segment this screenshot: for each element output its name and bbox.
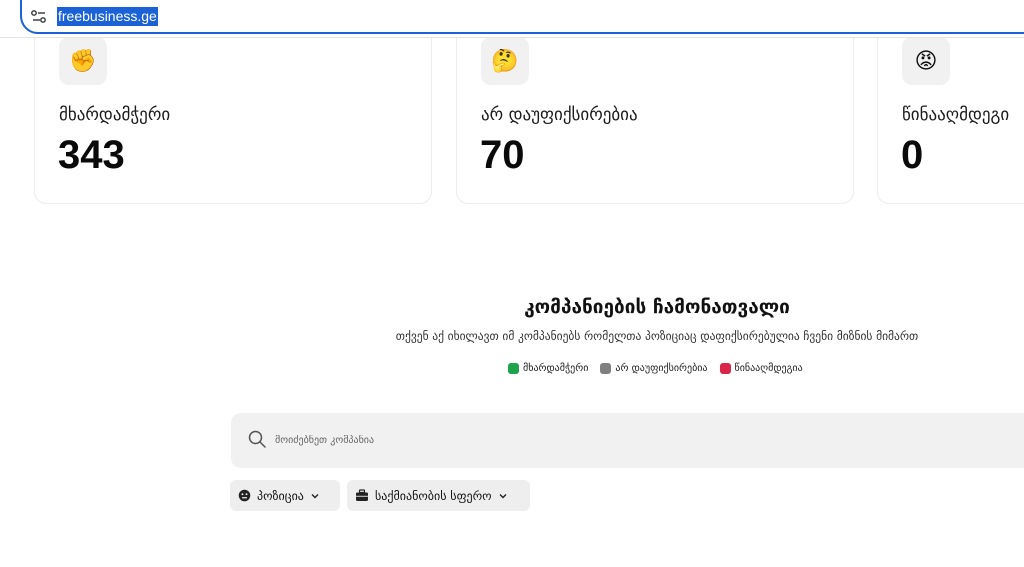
section-title: კომპანიების ჩამონათვალი (524, 296, 790, 318)
stat-value: 70 (480, 133, 525, 177)
legend-item-undecided: არ დაუფიქსირებია (600, 363, 708, 374)
face-icon (238, 489, 251, 502)
search-input[interactable] (275, 430, 775, 450)
site-settings-icon[interactable] (30, 8, 48, 26)
raised-fist-icon: ✊ (59, 37, 107, 85)
chevron-down-icon (499, 493, 507, 498)
legend: მხარდამჭერი არ დაუფიქსირებია წინააღმდეგი… (508, 363, 803, 374)
legend-swatch (508, 363, 519, 374)
section-subtitle: თქვენ აქ იხილავთ იმ კომპანიებს რომელთა პ… (395, 329, 919, 343)
omnibox[interactable]: freebusiness.ge (20, 0, 1024, 34)
search-icon (248, 430, 266, 448)
chevron-down-icon (311, 493, 319, 498)
stat-value: 0 (901, 133, 924, 177)
company-search-box[interactable] (231, 413, 1024, 468)
angry-face-icon: 😡 (902, 37, 950, 85)
legend-swatch (600, 363, 612, 374)
legend-item-opposed: წინააღმდეგია (719, 363, 803, 374)
filter-label: პოზიცია (257, 488, 304, 503)
url-text[interactable]: freebusiness.ge (57, 7, 158, 26)
thinking-face-icon: 🤔 (481, 37, 529, 85)
sector-filter-dropdown[interactable]: საქმიანობის სფერო (347, 480, 530, 511)
stat-value: 343 (58, 133, 125, 177)
legend-swatch (719, 363, 731, 374)
briefcase-icon (356, 489, 368, 501)
position-filter-dropdown[interactable]: პოზიცია (230, 480, 340, 511)
filter-label: საქმიანობის სფერო (375, 488, 492, 503)
legend-label: მხარდამჭერი (523, 363, 589, 374)
legend-label: წინააღმდეგია (734, 363, 803, 374)
browser-address-bar: freebusiness.ge (0, 0, 1024, 38)
legend-item-supporter: მხარდამჭერი (508, 363, 588, 374)
legend-label: არ დაუფიქსირებია (615, 363, 708, 374)
stat-label: წინააღმდეგი (902, 105, 1010, 125)
stat-label: მხარდამჭერი (59, 105, 171, 125)
stat-label: არ დაუფიქსირებია (481, 105, 638, 125)
